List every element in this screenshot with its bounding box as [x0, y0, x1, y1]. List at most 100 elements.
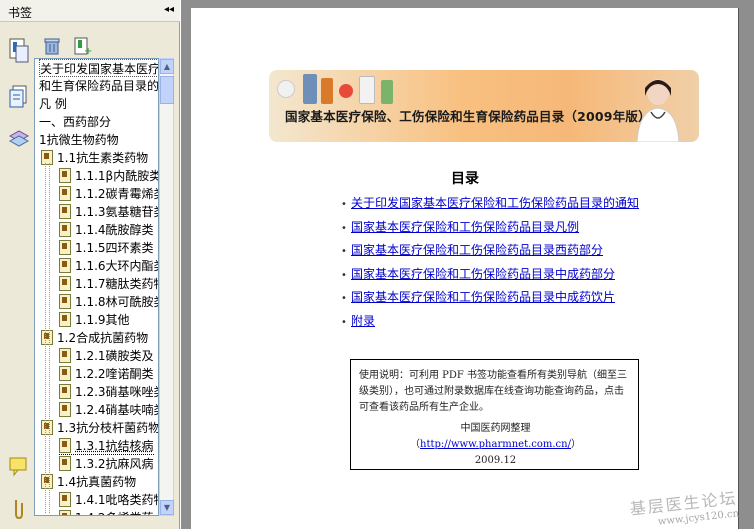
bookmark-label: 1.1.8林可酰胺类: [75, 295, 159, 309]
bookmark-label: 1.4.2多烯类药: [75, 511, 154, 515]
toc-item: • 国家基本医疗保险和工伤保险药品目录西药部分: [341, 241, 603, 258]
bookmark-label: 1.1抗生素类药物: [57, 151, 149, 165]
scroll-down-button[interactable]: ▼: [160, 500, 174, 515]
toc-bullet: •: [341, 269, 347, 281]
bookmark-item[interactable]: 1.1.9其他: [59, 311, 130, 329]
pill-image: [277, 80, 295, 98]
bookmarks-icon[interactable]: [8, 38, 30, 64]
toc-link[interactable]: 国家基本医疗保险和工伤保险药品目录中成药部分: [351, 267, 615, 281]
bookmark-label: 1.1.4酰胺醇类: [75, 223, 154, 237]
bookmark-icon: [59, 402, 71, 417]
bookmark-label: 1.2.1磺胺类及: [75, 349, 154, 363]
panel-title: 书签: [8, 6, 33, 20]
toc-link[interactable]: 国家基本医疗保险和工伤保险药品目录中成药饮片: [351, 290, 615, 304]
bookmark-item[interactable]: 凡 例: [39, 95, 67, 113]
bookmark-item[interactable]: 1.1.2碳青霉烯类: [59, 185, 158, 203]
toc-bullet: •: [341, 222, 347, 234]
url-open-paren: （: [410, 439, 420, 450]
bookmark-label: 1.2合成抗菌药物: [57, 331, 149, 345]
bookmark-icon: [59, 384, 71, 399]
usage-note: 使用说明：可利用 PDF 书签功能查看所有类别导航（细至三级类别），也可通过附录…: [350, 359, 639, 470]
bookmark-item[interactable]: 1.3抗分枝杆菌药物: [41, 419, 159, 437]
pill-image: [339, 84, 353, 98]
bookmark-icon: [41, 474, 53, 489]
navigation-rail: [0, 22, 34, 529]
bookmark-item[interactable]: 和生育保险药品目录的: [39, 77, 159, 95]
bookmark-item[interactable]: 1.4.2多烯类药: [59, 509, 154, 515]
bookmark-icon: [59, 204, 71, 219]
bookmark-label: 1.1.5四环素类: [75, 241, 154, 255]
bookmark-item[interactable]: 一、西药部分: [39, 113, 111, 131]
toc-item: • 国家基本医疗保险和工伤保险药品目录中成药饮片: [341, 288, 615, 305]
bookmark-label: 1.1.7糖肽类药物: [75, 277, 159, 291]
document-viewport: 国家基本医疗保险、工伤保险和生育保险药品目录（2009年版） 目录 • 关于印发国…: [181, 0, 754, 529]
bookmark-item[interactable]: 1.1.7糖肽类药物: [59, 275, 159, 293]
toc-item: • 关于印发国家基本医疗保险和工伤保险药品目录的通知: [341, 194, 639, 211]
bookmark-item[interactable]: 1.2.1磺胺类及: [59, 347, 154, 365]
new-bookmark-icon[interactable]: +: [72, 36, 92, 56]
banner-title: 国家基本医疗保险、工伤保险和生育保险药品目录（2009年版）: [285, 109, 651, 124]
org-url-link[interactable]: http://www.pharmnet.com.cn/: [420, 439, 571, 450]
toc-link[interactable]: 附录: [351, 314, 375, 328]
toc-bullet: •: [341, 316, 347, 328]
bookmark-icon: [59, 348, 71, 363]
bookmark-icon: [59, 312, 71, 327]
bookmark-label: 凡 例: [39, 97, 67, 111]
toc-bullet: •: [341, 199, 347, 210]
bottle-image: [303, 74, 317, 104]
toc-item: • 国家基本医疗保险和工伤保险药品目录凡例: [341, 218, 579, 235]
bookmark-icon: [59, 510, 71, 515]
pages-icon[interactable]: [8, 84, 30, 110]
bookmark-item[interactable]: 1.1.4酰胺醇类: [59, 221, 154, 239]
trash-icon[interactable]: [42, 36, 62, 56]
bookmark-item[interactable]: 1.1.1β内酰胺类: [59, 167, 158, 185]
bookmark-item[interactable]: 1.1.8林可酰胺类: [59, 293, 159, 311]
attachments-icon[interactable]: [8, 496, 30, 522]
bookmark-item[interactable]: 1.2.4硝基呋喃类: [59, 401, 159, 419]
pdf-page: 国家基本医疗保险、工伤保险和生育保险药品目录（2009年版） 目录 • 关于印发国…: [191, 8, 739, 529]
bookmark-icon: [59, 438, 71, 453]
bookmark-item[interactable]: 1.1.6大环内酯类: [59, 257, 158, 275]
bookmark-item[interactable]: 1.1.3氨基糖苷类: [59, 203, 158, 221]
toc-item: • 国家基本医疗保险和工伤保险药品目录中成药部分: [341, 265, 615, 282]
bookmark-label: 1.3抗分枝杆菌药物: [57, 421, 159, 435]
bookmark-icon: [41, 420, 53, 435]
bookmark-item[interactable]: 1.3.1抗结核病: [59, 437, 154, 455]
bookmark-icon: [59, 276, 71, 291]
bookmark-item[interactable]: 1.2.3硝基咪唑类: [59, 383, 158, 401]
svg-text:+: +: [84, 46, 92, 56]
bookmark-item[interactable]: 1.2合成抗菌药物: [41, 329, 148, 347]
toc-bullet: •: [341, 293, 347, 304]
comments-icon[interactable]: [8, 454, 30, 480]
scroll-thumb[interactable]: [160, 76, 174, 104]
bookmark-item[interactable]: 1.2.2喹诺酮类: [59, 365, 154, 383]
scroll-up-button[interactable]: ▲: [160, 59, 174, 74]
note-date: 2009.12: [474, 455, 517, 466]
toc-link[interactable]: 关于印发国家基本医疗保险和工伤保险药品目录的通知: [351, 196, 639, 210]
bookmark-label: 1.4.1吡咯类药物: [75, 493, 159, 507]
bookmark-item[interactable]: 1.1抗生素类药物: [41, 149, 148, 167]
bookmark-label: 1.1.9其他: [75, 313, 130, 327]
bookmark-label: 关于印发国家基本医疗: [40, 62, 159, 76]
bookmark-icon: [41, 150, 53, 165]
bookmark-item[interactable]: 1.4抗真菌药物: [41, 473, 136, 491]
bookmark-item[interactable]: 1.4.1吡咯类药物: [59, 491, 159, 509]
bookmark-icon: [59, 240, 71, 255]
bookmark-item[interactable]: 关于印发国家基本医疗: [39, 59, 159, 77]
bookmark-icon: [59, 168, 71, 183]
bookmark-item[interactable]: 1.3.2抗麻风病: [59, 455, 154, 473]
url-close-paren: ）: [570, 439, 581, 450]
bookmark-item[interactable]: 1.1.5四环素类: [59, 239, 154, 257]
collapse-panel-button[interactable]: ◂◂: [164, 4, 174, 15]
bookmark-item[interactable]: 1抗微生物药物: [39, 131, 119, 149]
toc-link[interactable]: 国家基本医疗保险和工伤保险药品目录凡例: [351, 220, 579, 234]
bookmark-icon: [59, 222, 71, 237]
bookmark-icon: [59, 492, 71, 507]
bookmark-label: 1.3.1抗结核病: [75, 439, 154, 453]
bookmark-label: 1.2.4硝基呋喃类: [75, 403, 159, 417]
bookmark-label: 和生育保险药品目录的: [39, 79, 159, 93]
layers-icon[interactable]: [8, 126, 30, 152]
bookmark-label: 1.2.2喹诺酮类: [75, 367, 154, 381]
toc-link[interactable]: 国家基本医疗保险和工伤保险药品目录西药部分: [351, 243, 603, 257]
bookmark-scrollbar[interactable]: ▲ ▼: [159, 58, 174, 516]
